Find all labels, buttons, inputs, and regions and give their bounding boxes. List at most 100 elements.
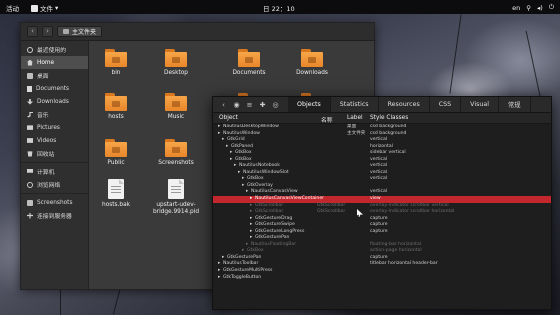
- computer-icon: [27, 168, 33, 173]
- trash-icon: [27, 151, 33, 157]
- sidebar-item[interactable]: 连接到服务器: [21, 209, 88, 222]
- inspector-tab[interactable]: CSS: [430, 97, 462, 112]
- folder-icon: [27, 72, 33, 79]
- sidebar-item[interactable]: 回收站: [21, 147, 88, 160]
- sidebar-item[interactable]: Videos: [21, 134, 88, 147]
- text-file-icon: [168, 179, 184, 199]
- sidebar-item[interactable]: Pictures: [21, 121, 88, 134]
- document-icon: [27, 85, 32, 92]
- sidebar-separator: [21, 162, 88, 163]
- inspector-tab[interactable]: Visual: [461, 97, 499, 112]
- folder-item[interactable]: Screenshots: [153, 139, 199, 167]
- clock-icon: [27, 46, 33, 53]
- status-area[interactable]: en ⚲ ◂) ⏻: [512, 3, 554, 12]
- inspector-tabs: Objects Statistics Resources CSS Visual 常规: [288, 97, 531, 112]
- sidebar-item[interactable]: 最近使用的: [21, 43, 88, 56]
- folder-item[interactable]: Downloads: [289, 49, 335, 77]
- sidebar-item[interactable]: Documents: [21, 82, 88, 95]
- file-label: Public: [107, 160, 125, 166]
- folder-icon: [27, 199, 33, 206]
- sidebar-item-label: Home: [37, 59, 55, 66]
- sidebar-item[interactable]: Downloads: [21, 95, 88, 108]
- sidebar-item[interactable]: Home: [21, 56, 88, 69]
- files-app-icon: [31, 4, 38, 12]
- folder-item[interactable]: Public: [93, 139, 139, 167]
- object-type: GtkToggleButton: [223, 274, 262, 280]
- wallpaper-detail: [449, 14, 462, 94]
- volume-icon: ◂): [537, 3, 543, 12]
- sidebar-item-label: 计算机: [37, 170, 55, 176]
- app-menu-label: 文件: [40, 5, 53, 13]
- sidebar-item[interactable]: 计算机: [21, 165, 88, 178]
- file-label: bin: [111, 70, 121, 76]
- file-label: Downloads: [296, 70, 328, 76]
- file-label: Music: [167, 114, 185, 120]
- column-label[interactable]: Label: [347, 115, 363, 121]
- home-icon: [27, 59, 33, 66]
- sidebar-item-label: 桌面: [37, 74, 49, 80]
- network-icon: ⚲: [526, 3, 532, 12]
- inspector-header: ‹ ◉ ≡ ✚ ◎ Objects Statistics Resources CSS Visua…: [213, 97, 551, 113]
- sidebar-item-label: 音乐: [37, 113, 49, 119]
- object-tree: ▸ NautilusDesktopWindow 桌面 csd background ▸ N…: [213, 124, 551, 309]
- inspector-tab[interactable]: Objects: [288, 97, 331, 112]
- tree-row[interactable]: ▸ GtkToggleButton: [213, 275, 551, 282]
- sidebar-item-label: 浏览网络: [37, 183, 61, 189]
- select-object-icon[interactable]: ◉: [230, 99, 243, 110]
- network-icon: [27, 181, 33, 188]
- folder-item[interactable]: bin: [93, 49, 139, 77]
- input-language[interactable]: en: [512, 4, 520, 12]
- column-object[interactable]: Object: [219, 115, 238, 121]
- folder-icon: [301, 49, 323, 67]
- clock[interactable]: 日 22：10: [263, 3, 295, 13]
- expander-icon[interactable]: ▸: [218, 275, 220, 282]
- column-name[interactable]: 名称: [321, 115, 333, 124]
- back-button[interactable]: ‹: [27, 26, 38, 37]
- sidebar-item-label: Pictures: [37, 124, 60, 131]
- object-tree-header: Object 名称 Label Style Classes: [213, 113, 551, 124]
- folder-item[interactable]: Music: [153, 93, 199, 121]
- record-icon[interactable]: ◎: [269, 99, 282, 110]
- column-style-classes[interactable]: Style Classes: [370, 115, 408, 121]
- activities-button[interactable]: 活动: [6, 3, 19, 13]
- file-label: upstart-udev-bridge.9914.pid: [153, 202, 200, 215]
- folder-icon: [105, 49, 127, 67]
- sidebar-item[interactable]: 音乐: [21, 108, 88, 121]
- folder-item[interactable]: hosts: [93, 93, 139, 121]
- inspector-tab[interactable]: Resources: [379, 97, 430, 112]
- folder-item[interactable]: Desktop: [153, 49, 199, 77]
- sidebar-item[interactable]: Screenshots: [21, 196, 88, 209]
- inspector-tools: ‹ ◉ ≡ ✚ ◎: [217, 99, 282, 110]
- path-label: 主文件夹: [72, 29, 97, 36]
- file-label: Screenshots: [158, 160, 194, 166]
- music-icon: [27, 111, 33, 118]
- text-file-icon: [108, 179, 124, 199]
- gtk-inspector-window: ‹ ◉ ≡ ✚ ◎ Objects Statistics Resources CSS Visua…: [212, 96, 552, 310]
- sidebar-item[interactable]: 浏览网络: [21, 178, 88, 191]
- folder-icon: [105, 93, 127, 111]
- sidebar-item-label: Videos: [37, 137, 57, 144]
- places-sidebar: 最近使用的 Home 桌面 Documents Downloads 音乐 Pictures V…: [21, 41, 89, 289]
- download-icon: [27, 98, 33, 105]
- list-icon[interactable]: ≡: [243, 99, 256, 110]
- wallpaper-detail: [60, 290, 61, 315]
- chevron-down-icon: ▾: [55, 4, 59, 12]
- file-label: Documents: [232, 70, 266, 76]
- inspector-tab[interactable]: Statistics: [331, 97, 379, 112]
- sidebar-item-label: 连接到服务器: [37, 214, 72, 220]
- inspector-tab[interactable]: 常规: [499, 97, 531, 112]
- folder-item[interactable]: Documents: [226, 49, 272, 77]
- folder-icon: [165, 139, 187, 157]
- folder-icon: [165, 93, 187, 111]
- path-bar-home[interactable]: 主文件夹: [57, 26, 103, 37]
- home-folder-icon: [63, 29, 69, 34]
- back-icon[interactable]: ‹: [217, 99, 230, 110]
- add-icon[interactable]: ✚: [256, 99, 269, 110]
- app-menu[interactable]: 文件 ▾: [31, 3, 58, 13]
- picture-icon: [27, 125, 33, 130]
- file-item[interactable]: upstart-udev-bridge.9914.pid: [153, 179, 199, 216]
- forward-button[interactable]: ›: [42, 26, 53, 37]
- file-label: hosts: [108, 114, 124, 120]
- file-item[interactable]: hosts.bak: [93, 179, 139, 209]
- sidebar-item[interactable]: 桌面: [21, 69, 88, 82]
